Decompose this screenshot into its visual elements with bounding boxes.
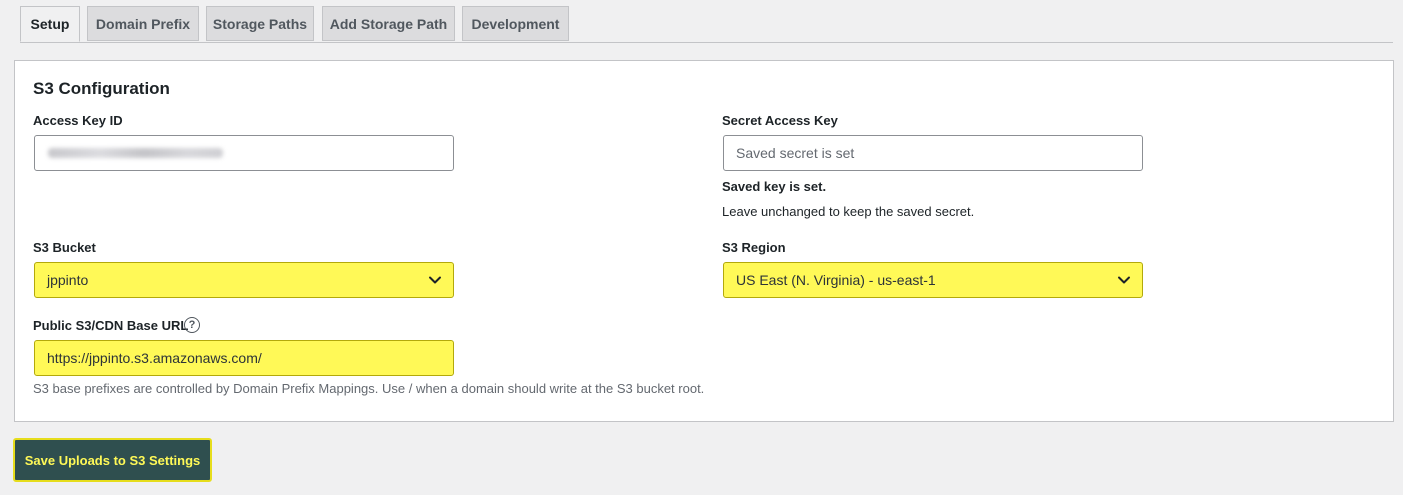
base-url-input[interactable] <box>34 340 454 376</box>
secret-key-hint: Leave unchanged to keep the saved secret… <box>722 204 975 219</box>
tab-storage-paths[interactable]: Storage Paths <box>206 6 314 41</box>
s3-configuration-panel: S3 Configuration Access Key ID Secret Ac… <box>14 60 1394 422</box>
s3-bucket-select[interactable]: jppinto <box>34 262 454 298</box>
tab-label: Storage Paths <box>212 15 308 32</box>
s3-bucket-value: jppinto <box>34 262 454 298</box>
tab-setup[interactable]: Setup <box>20 6 80 42</box>
access-key-wrapper <box>34 135 454 171</box>
s3-region-select[interactable]: US East (N. Virginia) - us-east-1 <box>723 262 1143 298</box>
s3-bucket-label: S3 Bucket <box>33 240 96 255</box>
tab-label: Add Storage Path <box>329 15 448 32</box>
tab-domain-prefix[interactable]: Domain Prefix <box>87 6 199 41</box>
access-key-input[interactable] <box>34 135 454 171</box>
tab-label: Domain Prefix <box>95 15 191 32</box>
s3-region-label: S3 Region <box>722 240 786 255</box>
section-title: S3 Configuration <box>33 79 170 98</box>
base-url-description: S3 base prefixes are controlled by Domai… <box>33 381 705 396</box>
tab-development[interactable]: Development <box>462 6 569 41</box>
tab-label: Setup <box>30 16 70 32</box>
secret-key-label: Secret Access Key <box>722 113 838 128</box>
secret-key-status: Saved key is set. <box>722 179 827 194</box>
save-settings-button[interactable]: Save Uploads to S3 Settings <box>13 438 212 482</box>
base-url-label: Public S3/CDN Base URL <box>33 318 189 333</box>
tab-add-storage-path[interactable]: Add Storage Path <box>322 6 455 41</box>
tab-label: Development <box>471 15 560 32</box>
secret-key-input[interactable] <box>723 135 1143 171</box>
s3-region-value: US East (N. Virginia) - us-east-1 <box>723 262 1143 298</box>
help-icon[interactable]: ? <box>184 317 200 333</box>
tab-bar: Setup Domain Prefix Storage Paths Add St… <box>20 6 1393 43</box>
access-key-label: Access Key ID <box>33 113 123 128</box>
